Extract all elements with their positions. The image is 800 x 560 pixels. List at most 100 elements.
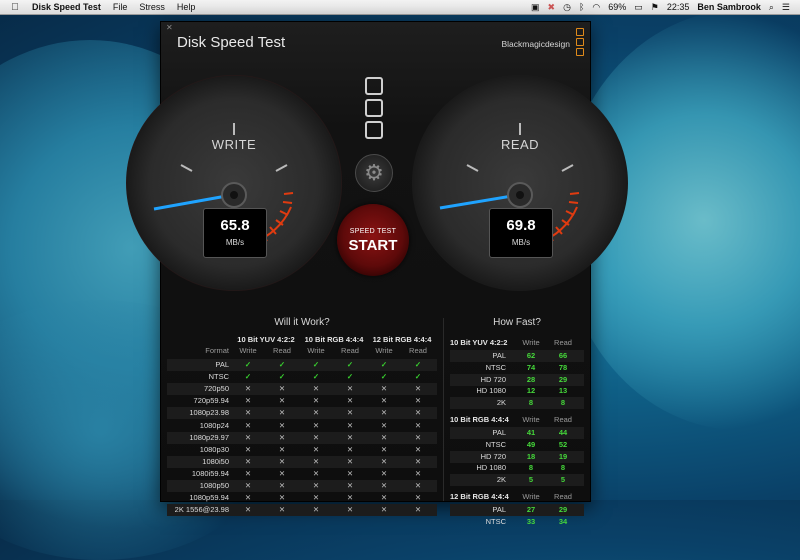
cross-icon: ✕ [244,468,252,478]
format-label: 1080p30 [199,444,229,454]
cross-icon: ✕ [346,493,354,503]
cross-icon: ✕ [346,396,354,406]
table-row: HD 720 18 19 [450,450,584,463]
start-button-caption: SPEED TEST [349,228,397,235]
compat-group-header: 10 Bit YUV 4:2:2 [237,335,295,344]
menu-app-name[interactable]: Disk Speed Test [32,2,101,12]
cross-icon: ✕ [312,505,320,515]
table-row: 1080p50 ✕ ✕ ✕ ✕ ✕ ✕ [167,480,437,492]
cross-icon: ✕ [278,444,286,454]
cross-icon: ✕ [414,456,422,466]
cross-icon: ✕ [312,493,320,503]
format-label: 1080p50 [199,481,229,490]
battery-percent[interactable]: 69% [608,2,626,12]
clock[interactable]: 22:35 [667,2,690,12]
notification-center-icon[interactable]: ☰ [782,2,790,13]
cross-icon: ✕ [312,420,320,430]
brand-logo-icon [576,28,584,56]
wifi-icon[interactable]: ◠ [592,2,600,13]
bluetooth-icon[interactable]: ᛒ [579,2,584,12]
table-row: HD 1080 12 13 [450,385,584,397]
format-label: PAL [492,351,506,360]
format-header: Format [205,346,229,355]
table-row: NTSC 74 78 [450,362,584,374]
cross-icon: ✕ [312,456,320,466]
menu-stress[interactable]: Stress [139,2,165,12]
panel-divider [443,318,444,501]
write-value: 65.8 [220,217,250,234]
cross-icon: ✕ [244,444,252,454]
will-it-work-panel: Will it Work? 10 Bit YUV 4:2:2 10 Bit RGB… [167,315,437,517]
apple-icon[interactable]:  [8,2,22,13]
write-col-header: Write [522,338,540,347]
read-col-header: Read [273,346,291,355]
format-label: PAL [492,428,506,437]
cross-icon: ✕ [380,432,388,442]
table-row: 2K 1556@23.98 ✕ ✕ ✕ ✕ ✕ ✕ [167,504,437,517]
table-row: PAL 27 29 [450,504,584,516]
target-icon-1[interactable] [365,77,383,95]
battery-icon[interactable]: ▭ [634,2,643,13]
target-icon-3[interactable] [365,121,383,139]
format-label: NTSC [485,516,506,526]
dropbox-icon[interactable]: ▣ [531,2,540,13]
brand-logo-text: Blackmagicdesign [501,39,570,49]
cross-icon: ✕ [414,384,422,394]
cross-icon: ✕ [414,468,422,478]
format-label: HD 1080 [476,386,506,396]
cross-icon: ✕ [346,420,354,430]
time-machine-icon[interactable]: ◷ [563,2,571,13]
user-name[interactable]: Ben Sambrook [697,2,761,12]
write-col-header: Write [375,346,393,355]
table-row: 2K 8 8 [450,397,584,410]
check-icon: ✓ [244,360,252,369]
flag-icon[interactable]: ⚑ [651,2,659,13]
check-icon: ✓ [380,372,388,382]
compat-group-header: 10 Bit RGB 4:4:4 [304,335,364,344]
write-gauge: WRITE 65.8 MB/s [126,75,342,291]
read-gauge: READ 69.8 MB/s [412,75,628,291]
write-fps: 5 [528,475,534,485]
format-label: 1080i50 [202,456,229,466]
read-col-header: Read [554,338,572,347]
cross-icon: ✕ [244,505,252,515]
write-fps: 8 [528,463,534,473]
format-label: 1080p24 [199,420,229,430]
settings-gear-icon[interactable]: ⚙ [355,154,393,192]
cross-icon: ✕ [278,420,286,430]
table-row: 1080i50 ✕ ✕ ✕ ✕ ✕ ✕ [167,455,437,468]
read-fps: 34 [558,516,568,526]
menu-help[interactable]: Help [177,2,196,12]
how-fast-title: How Fast? [493,317,541,328]
menu-bar:  Disk Speed Test File Stress Help ▣ ✖ ◷… [0,0,800,15]
table-row: 1080p29.97 ✕ ✕ ✕ ✕ ✕ ✕ [167,431,437,444]
cross-icon: ✕ [380,493,388,503]
menu-file[interactable]: File [113,2,128,12]
table-row: 720p50 ✕ ✕ ✕ ✕ ✕ ✕ [167,383,437,396]
cross-icon: ✕ [278,408,286,418]
read-col-header: Read [341,346,359,355]
write-label: WRITE [211,137,257,152]
format-label: NTSC [485,362,506,372]
cross-icon: ✕ [380,408,388,418]
table-row: HD 720 28 29 [450,373,584,386]
cross-icon: ✕ [346,384,354,394]
group-title: 10 Bit RGB 4:4:4 [450,415,509,424]
speed-test-start-button[interactable]: SPEED TEST START [337,204,409,276]
format-label: PAL [492,505,506,514]
compat-group-header: 12 Bit RGB 4:4:4 [372,335,432,344]
table-row: NTSC 49 52 [450,439,584,451]
spotlight-icon[interactable]: ⌕ [769,2,774,13]
cross-icon: ✕ [244,456,252,466]
read-fps: 29 [558,505,568,514]
tools-icon[interactable]: ✖ [548,2,556,13]
target-icon-2[interactable] [365,99,383,117]
cross-icon: ✕ [346,468,354,478]
format-label: 720p59.94 [193,396,229,406]
read-fps: 5 [560,475,566,485]
check-icon: ✓ [278,372,286,382]
close-icon[interactable]: ✕ [166,23,176,33]
cross-icon: ✕ [414,420,422,430]
cross-icon: ✕ [312,468,320,478]
cross-icon: ✕ [414,444,422,454]
